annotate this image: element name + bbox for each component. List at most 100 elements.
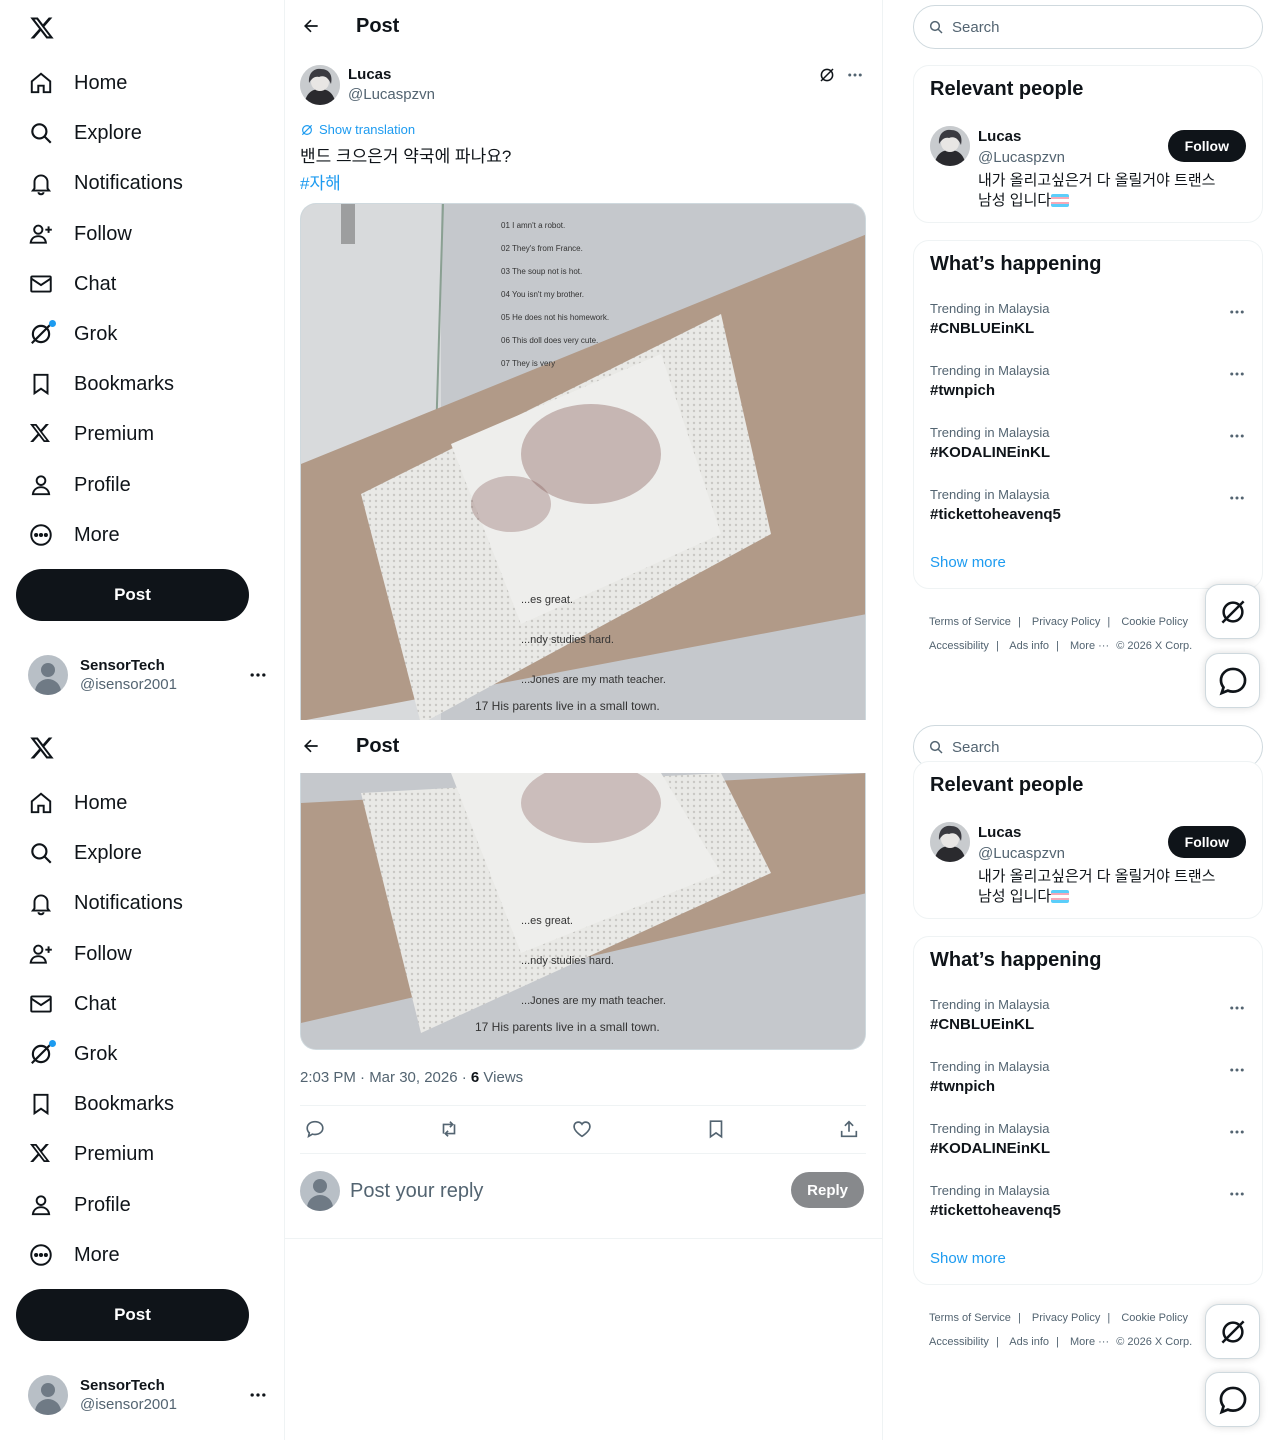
back-arrow-icon[interactable] [301,16,321,36]
sidebar-item-home[interactable]: Home [16,780,139,826]
grok-icon[interactable] [818,66,836,84]
account-switcher[interactable]: SensorTech @isensor2001 [28,1373,268,1417]
more-icon[interactable] [1228,1123,1246,1141]
x-logo-icon[interactable] [28,734,56,762]
more-icon[interactable] [248,1385,268,1405]
footer-link[interactable]: Ads info [1009,640,1049,652]
footer-link[interactable]: Accessibility [929,640,989,652]
footer-link[interactable]: Privacy Policy [1032,1312,1100,1324]
chat-button[interactable] [1205,653,1260,708]
trend-tag[interactable]: #CNBLUEinKL [930,1016,1034,1033]
sidebar-item-more[interactable]: More [16,512,132,558]
search-input[interactable]: Search [913,5,1263,49]
sidebar-item-notifications[interactable]: Notifications [16,160,195,206]
footer-link[interactable]: Ads info [1009,1336,1049,1348]
account-switcher[interactable]: SensorTech @isensor2001 [28,653,268,697]
more-icon[interactable] [1228,427,1246,445]
search-placeholder: Search [952,18,1000,36]
bookmark-icon[interactable] [705,1118,729,1142]
follow-button[interactable]: Follow [1167,130,1246,162]
more-icon[interactable] [1228,303,1246,321]
sidebar-item-premium[interactable]: Premium [16,1131,166,1177]
post-button[interactable]: Post [16,569,249,621]
show-more-link[interactable]: Show more [930,554,1006,571]
post-button[interactable]: Post [16,1289,249,1341]
sidebar-item-grok[interactable]: Grok [16,311,129,357]
avatar[interactable] [930,126,970,166]
more-icon[interactable] [1228,489,1246,507]
sidebar-item-profile[interactable]: Profile [16,462,143,508]
repost-icon[interactable] [438,1118,462,1142]
person-handle[interactable]: @Lucaspzvn [978,845,1065,862]
person-name[interactable]: Lucas [978,128,1021,145]
trend-tag[interactable]: #twnpich [930,1078,995,1095]
post-text: 밴드 크으은거 약국에 파나요? [300,147,512,166]
share-icon[interactable] [838,1118,862,1142]
trend-tag[interactable]: #tickettoheavenq5 [930,506,1061,523]
more-icon[interactable] [1228,1061,1246,1079]
more-icon[interactable] [1228,365,1246,383]
footer-link[interactable]: Cookie Policy [1121,616,1188,628]
sidebar-item-chat[interactable]: Chat [16,261,128,307]
more-icon[interactable] [846,66,864,84]
trends-card: What’s happening Trending in Malaysia #CNB… [913,240,1263,589]
person-name[interactable]: Lucas [978,824,1021,841]
avatar[interactable] [930,822,970,862]
sidebar-item-grok[interactable]: Grok [16,1031,129,1077]
reply-button[interactable]: Reply [791,1172,864,1208]
show-translation-link[interactable]: Show translation [300,122,415,137]
footer-link[interactable]: More ··· [1070,640,1109,652]
trend-tag[interactable]: #twnpich [930,382,995,399]
sidebar-item-profile[interactable]: Profile [16,1182,143,1228]
chat-button[interactable] [1205,1372,1260,1427]
post-image[interactable]: 01 I amn't a robot. 02 They's from Franc… [300,203,866,720]
sidebar-item-follow[interactable]: Follow [16,931,144,977]
more-icon[interactable] [1228,999,1246,1017]
author-avatar[interactable] [300,65,340,105]
footer-link[interactable]: Privacy Policy [1032,616,1100,628]
account-handle: @isensor2001 [80,1396,177,1413]
trend-tag[interactable]: #KODALINEinKL [930,444,1050,461]
sidebar-item-label: Explore [74,841,142,864]
sidebar-item-notifications[interactable]: Notifications [16,880,195,926]
more-icon[interactable] [248,665,268,685]
trend-tag[interactable]: #CNBLUEinKL [930,320,1034,337]
footer-link[interactable]: More ··· [1070,1336,1109,1348]
sidebar-item-label: Grok [74,322,118,345]
divider [882,0,883,1440]
post-image[interactable]: ...es great. ...ndy studies hard. ...Jon… [300,773,866,1050]
sidebar-item-explore[interactable]: Explore [16,830,154,876]
more-icon[interactable] [1228,1185,1246,1203]
reply-input[interactable]: Post your reply [350,1180,483,1203]
back-arrow-icon[interactable] [301,736,321,756]
sidebar-item-bookmarks[interactable]: Bookmarks [16,1081,186,1127]
author-name[interactable]: Lucas [348,66,391,83]
hashtag-link[interactable]: #자해 [300,169,341,194]
sidebar-item-explore[interactable]: Explore [16,110,154,156]
sidebar-item-chat[interactable]: Chat [16,981,128,1027]
sidebar-item-more[interactable]: More [16,1232,132,1278]
sidebar-item-bookmarks[interactable]: Bookmarks [16,361,186,407]
post-time[interactable]: 2:03 PM · Mar 30, 2026 · [300,1069,471,1086]
trend-tag[interactable]: #tickettoheavenq5 [930,1202,1061,1219]
like-icon[interactable] [571,1118,595,1142]
grok-button[interactable] [1205,584,1260,639]
trend-tag[interactable]: #KODALINEinKL [930,1140,1050,1157]
person-handle[interactable]: @Lucaspzvn [978,149,1065,166]
sidebar-item-premium[interactable]: Premium [16,411,166,457]
footer-link[interactable]: Terms of Service [929,1312,1011,1324]
sidebar-item-follow[interactable]: Follow [16,211,144,257]
footer-link[interactable]: Cookie Policy [1121,1312,1188,1324]
author-handle[interactable]: @Lucaspzvn [348,86,435,103]
footer-links: Terms of Service | Privacy Policy | Cook… [929,1312,1193,1348]
views-count: 6 [470,1069,480,1086]
footer-link[interactable]: Accessibility [929,1336,989,1348]
follow-button[interactable]: Follow [1167,826,1246,858]
reply-composer: Post your reply Reply [300,1166,866,1216]
sidebar-item-home[interactable]: Home [16,60,139,106]
reply-icon[interactable] [304,1118,328,1142]
footer-link[interactable]: Terms of Service [929,616,1011,628]
grok-button[interactable] [1205,1304,1260,1359]
x-logo-icon[interactable] [28,14,56,42]
show-more-link[interactable]: Show more [930,1250,1006,1267]
